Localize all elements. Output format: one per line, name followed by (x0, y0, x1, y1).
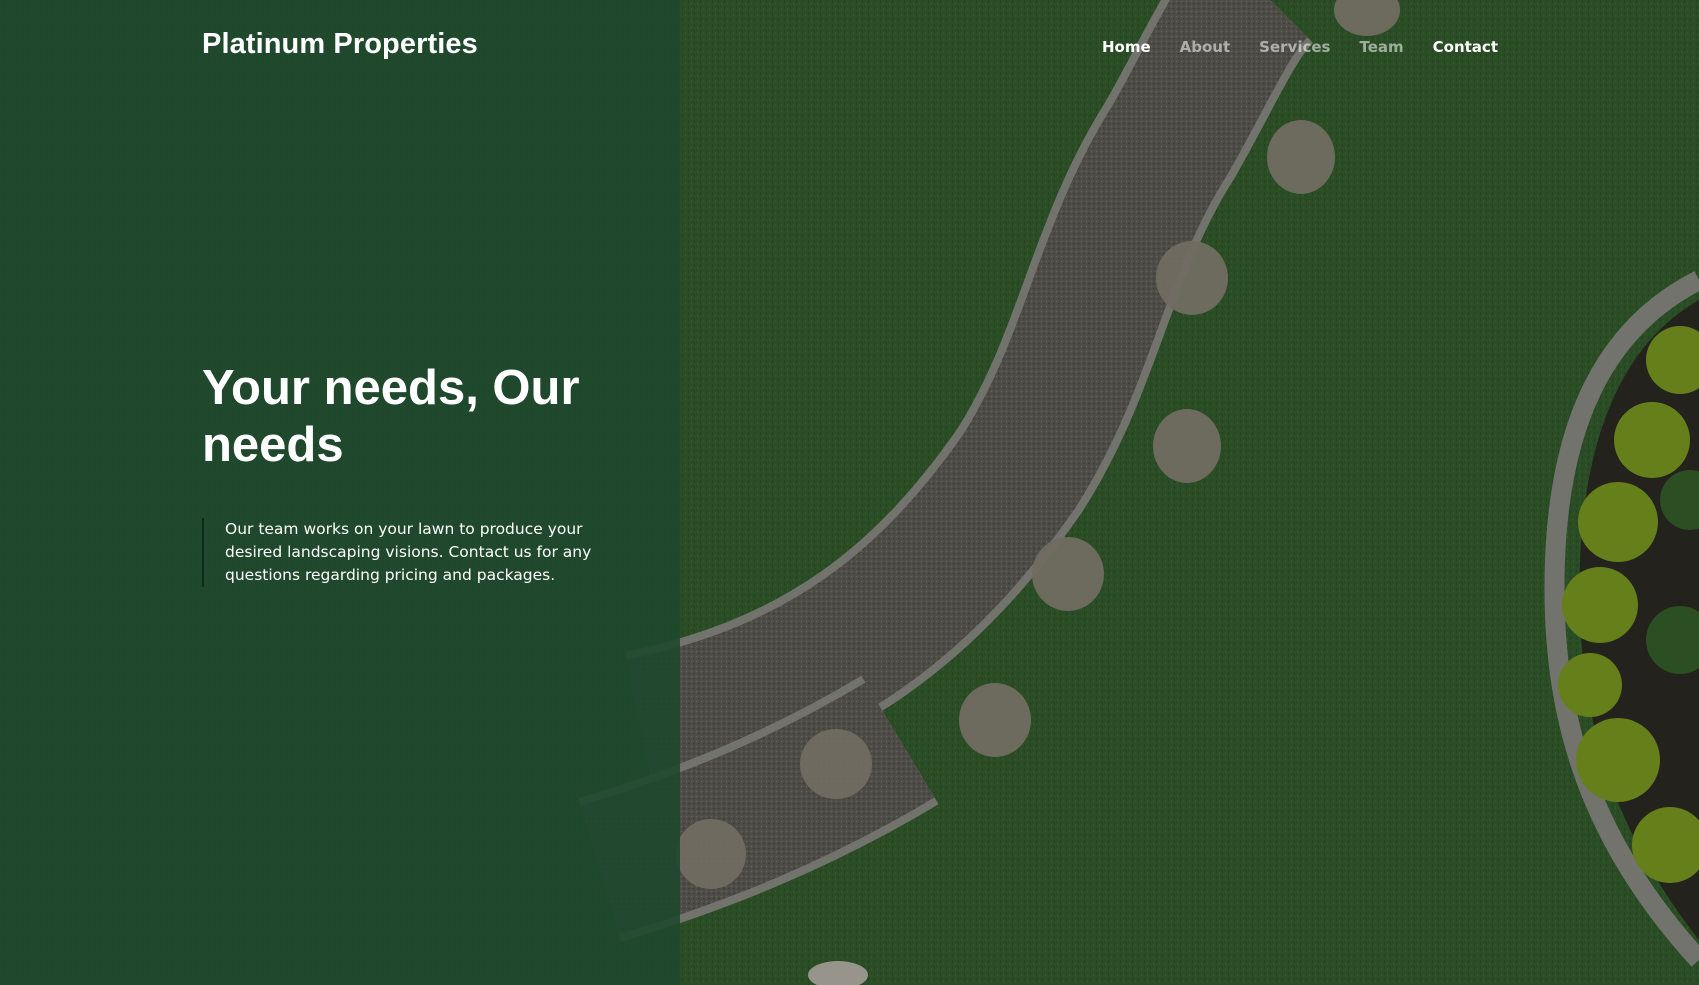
nav-contact[interactable]: Contact (1433, 38, 1498, 56)
site-logo[interactable]: Platinum Properties (202, 28, 478, 61)
nav-home[interactable]: Home (1102, 38, 1151, 56)
hero-title: Your needs, Our needs (202, 361, 580, 472)
hero-description: Our team works on your lawn to produce y… (202, 518, 635, 587)
nav-about[interactable]: About (1180, 38, 1231, 56)
nav-services[interactable]: Services (1259, 38, 1330, 56)
hero-overlay-panel (0, 0, 680, 985)
nav-team[interactable]: Team (1359, 38, 1403, 56)
main-nav: Home About Services Team Contact (1102, 38, 1498, 56)
